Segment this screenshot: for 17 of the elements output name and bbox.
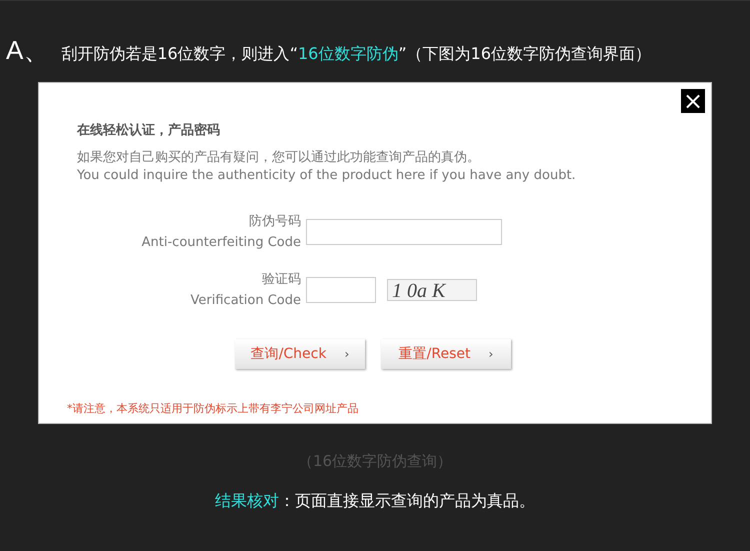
input-field[interactable] [306, 277, 376, 303]
dialog-title: 在线轻松认证，产品密码 [77, 122, 221, 139]
reset-button[interactable]: 重置/Reset › [381, 339, 511, 369]
notice-text: *请注意，本系统只适用于防伪标示上带有李宁公司网址产品 [67, 401, 360, 416]
description-text: You could inquire the authenticity of the product here if you have any doubt. [77, 167, 577, 185]
captcha-image[interactable]: 1 0a K [387, 279, 477, 301]
close-button[interactable]: × [681, 89, 705, 113]
result-text: 结果核对：页面直接显示查询的产品为真品。 [214, 491, 536, 512]
section-marker: A、 [6, 34, 50, 67]
check-button[interactable]: 查询/Check › [235, 339, 365, 369]
field-label: 防伪号码 [249, 213, 301, 231]
field-label: Anti-counterfeiting Code [142, 234, 301, 252]
field-label: 验证码 [262, 271, 301, 289]
input-field[interactable] [306, 219, 502, 245]
field-label: Verification Code [190, 292, 301, 310]
heading-text: 刮开防伪若是16位数字，则进入“16位数字防伪”（下图为16位数字防伪查询界面） [61, 44, 652, 65]
description-text: 如果您对自己购买的产品有疑问，您可以通过此功能查询产品的真伪。 [77, 149, 481, 167]
